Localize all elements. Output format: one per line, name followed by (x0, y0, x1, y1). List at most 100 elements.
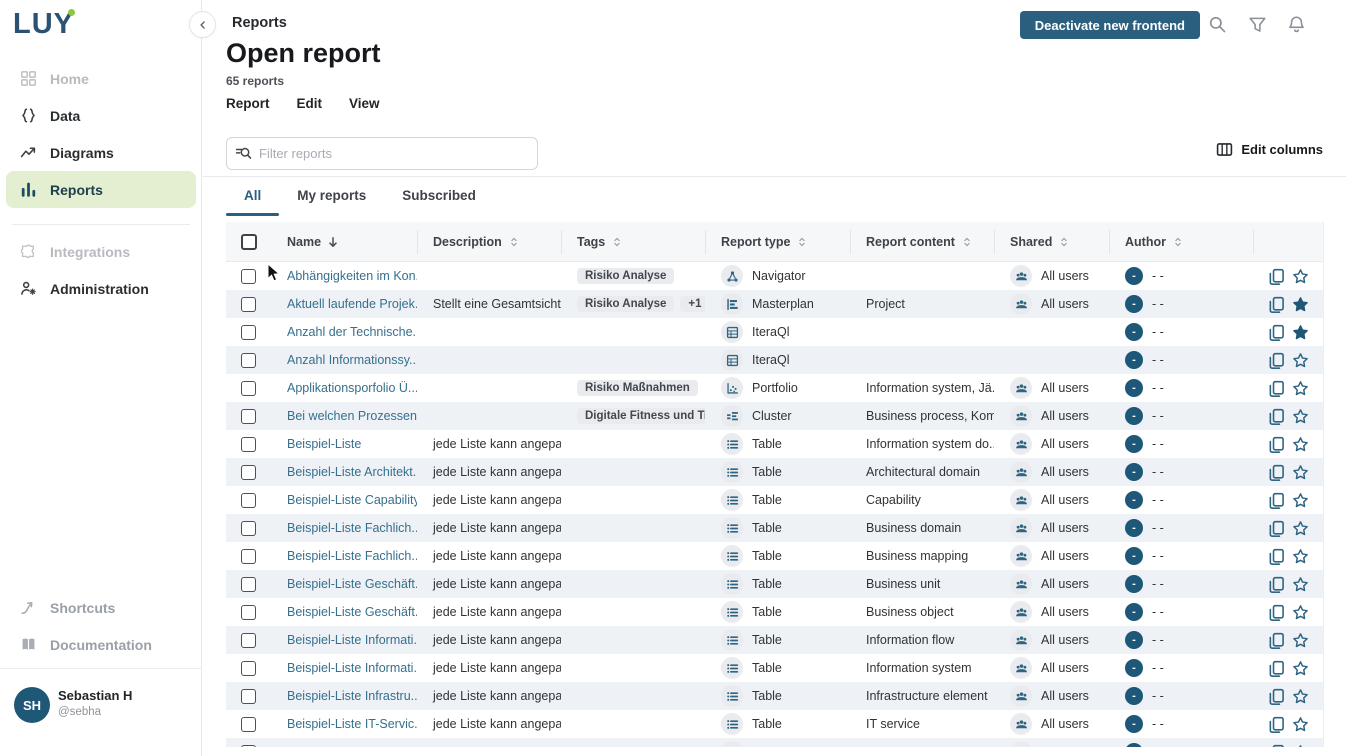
luy-logo[interactable]: LUY (13, 8, 74, 41)
column-header-report-type[interactable]: Report type (705, 230, 850, 254)
copy-report-button[interactable] (1268, 380, 1285, 397)
copy-report-button[interactable] (1268, 492, 1285, 509)
row-checkbox[interactable] (241, 549, 256, 564)
row-checkbox[interactable] (241, 577, 256, 592)
favorite-star-button[interactable] (1292, 436, 1309, 453)
copy-report-button[interactable] (1268, 744, 1285, 748)
column-header-description[interactable]: Description (417, 230, 561, 254)
row-checkbox[interactable] (241, 381, 256, 396)
user-profile[interactable]: SH Sebastian H @sebha (0, 668, 202, 756)
row-checkbox[interactable] (241, 437, 256, 452)
favorite-star-button[interactable] (1292, 324, 1309, 341)
sidebar-item-data[interactable]: Data (6, 97, 196, 134)
copy-report-button[interactable] (1268, 520, 1285, 537)
column-header-tags[interactable]: Tags (561, 230, 705, 254)
copy-report-button[interactable] (1268, 576, 1285, 593)
favorite-star-button[interactable] (1292, 268, 1309, 285)
filter-icon[interactable] (1248, 15, 1267, 34)
favorite-star-button[interactable] (1292, 380, 1309, 397)
row-checkbox[interactable] (241, 465, 256, 480)
row-checkbox[interactable] (241, 269, 256, 284)
report-name-link[interactable]: Beispiel-Liste IT-Servic... (287, 717, 417, 731)
report-name-link[interactable]: Beispiel-Liste Fachlich... (287, 521, 417, 535)
copy-report-button[interactable] (1268, 716, 1285, 733)
row-checkbox[interactable] (241, 605, 256, 620)
row-checkbox[interactable] (241, 325, 256, 340)
report-name-link[interactable]: Beispiel-Liste Geschäft... (287, 577, 417, 591)
row-checkbox[interactable] (241, 633, 256, 648)
report-name-link[interactable]: Beispiel-Liste Capability (287, 493, 417, 507)
report-name-link[interactable]: Bei welchen Prozessen... (287, 409, 417, 423)
sidebar-item-integrations[interactable]: Integrations (6, 233, 196, 270)
copy-report-button[interactable] (1268, 436, 1285, 453)
notifications-bell-icon[interactable] (1287, 15, 1306, 34)
menu-item-view[interactable]: View (349, 96, 380, 111)
row-checkbox[interactable] (241, 493, 256, 508)
favorite-star-button[interactable] (1292, 464, 1309, 481)
row-checkbox[interactable] (241, 661, 256, 676)
row-checkbox[interactable] (241, 521, 256, 536)
sidebar-item-shortcuts[interactable]: Shortcuts (6, 589, 196, 626)
column-header-name[interactable]: Name (271, 230, 417, 254)
row-checkbox[interactable] (241, 409, 256, 424)
edit-columns-button[interactable]: Edit columns (1216, 141, 1323, 158)
sidebar-item-diagrams[interactable]: Diagrams (6, 134, 196, 171)
favorite-star-button[interactable] (1292, 520, 1309, 537)
favorite-star-button[interactable] (1292, 352, 1309, 369)
report-name-link[interactable]: Beispiel-Liste Informati... (287, 633, 417, 647)
breadcrumb[interactable]: Reports (232, 15, 287, 31)
report-name-link[interactable]: Aktuell laufende Projek... (287, 297, 417, 311)
report-name-link[interactable]: Applikationsporfolio Ü... (287, 381, 417, 395)
row-checkbox[interactable] (241, 689, 256, 704)
sidebar-item-documentation[interactable]: Documentation (6, 626, 196, 663)
tab-all[interactable]: All (226, 177, 279, 216)
tab-subscribed[interactable]: Subscribed (384, 177, 494, 216)
favorite-star-button[interactable] (1292, 688, 1309, 705)
row-checkbox[interactable] (241, 745, 256, 748)
favorite-star-button[interactable] (1292, 492, 1309, 509)
report-name-link[interactable]: Beispiel-Liste Infrastru... (287, 689, 417, 703)
copy-report-button[interactable] (1268, 464, 1285, 481)
copy-report-button[interactable] (1268, 324, 1285, 341)
copy-report-button[interactable] (1268, 660, 1285, 677)
favorite-star-button[interactable] (1292, 576, 1309, 593)
column-header-report-content[interactable]: Report content (850, 230, 994, 254)
select-all-checkbox[interactable] (241, 234, 257, 250)
copy-report-button[interactable] (1268, 268, 1285, 285)
favorite-star-button[interactable] (1292, 632, 1309, 649)
favorite-star-button[interactable] (1292, 408, 1309, 425)
column-header-author[interactable]: Author (1109, 230, 1253, 254)
sidebar-item-reports[interactable]: Reports (6, 171, 196, 208)
copy-report-button[interactable] (1268, 604, 1285, 621)
copy-report-button[interactable] (1268, 688, 1285, 705)
report-name-link[interactable]: Beispiel-Liste Fachlich... (287, 549, 417, 563)
report-name-link[interactable]: Anzahl Informationssy... (287, 353, 417, 367)
sidebar-item-home[interactable]: Home (6, 60, 196, 97)
column-header-shared[interactable]: Shared (994, 230, 1109, 254)
favorite-star-button[interactable] (1292, 744, 1309, 748)
favorite-star-button[interactable] (1292, 716, 1309, 733)
copy-report-button[interactable] (1268, 408, 1285, 425)
report-name-link[interactable]: Abhängigkeiten im Kon... (287, 269, 417, 283)
report-name-link[interactable]: Anzahl der Technische... (287, 325, 417, 339)
deactivate-frontend-button[interactable]: Deactivate new frontend (1020, 11, 1200, 39)
favorite-star-button[interactable] (1292, 548, 1309, 565)
copy-report-button[interactable] (1268, 632, 1285, 649)
search-icon[interactable] (1208, 15, 1227, 34)
menu-item-edit[interactable]: Edit (297, 96, 323, 111)
report-name-link[interactable]: Beispiel-Liste Architekt... (287, 465, 417, 479)
copy-report-button[interactable] (1268, 352, 1285, 369)
row-checkbox[interactable] (241, 297, 256, 312)
row-checkbox[interactable] (241, 717, 256, 732)
sidebar-collapse-button[interactable] (189, 11, 216, 38)
filter-reports-input[interactable] (226, 137, 538, 170)
report-name-link[interactable]: Beispiel-Liste Informati... (287, 661, 417, 675)
sidebar-item-administration[interactable]: Administration (6, 270, 196, 307)
favorite-star-button[interactable] (1292, 660, 1309, 677)
report-name-link[interactable]: Beispiel-Liste Geschäft... (287, 605, 417, 619)
menu-item-report[interactable]: Report (226, 96, 270, 111)
tab-my-reports[interactable]: My reports (279, 177, 384, 216)
report-name-link[interactable]: Beispiel-Liste (287, 437, 361, 451)
row-checkbox[interactable] (241, 353, 256, 368)
copy-report-button[interactable] (1268, 296, 1285, 313)
